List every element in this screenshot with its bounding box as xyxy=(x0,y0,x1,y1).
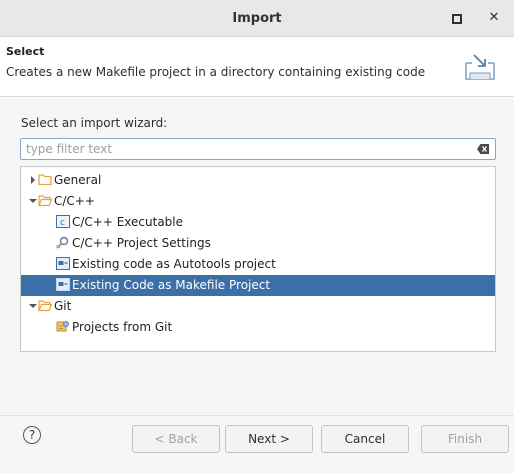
wizard-header: Select Creates a new Makefile project in… xyxy=(0,37,514,97)
filter-placeholder: type filter text xyxy=(26,142,113,156)
wizard-select-label: Select an import wizard: xyxy=(21,116,168,130)
clear-filter-icon[interactable] xyxy=(477,144,489,154)
folder-icon xyxy=(38,174,52,186)
collapse-arrow-icon[interactable] xyxy=(29,302,37,310)
button-bar: ? < Back Next > Cancel Finish xyxy=(0,415,514,473)
window-title: Import xyxy=(232,11,282,26)
tree-item-label: C/C++ Project Settings xyxy=(72,236,211,250)
page-description: Creates a new Makefile project in a dire… xyxy=(6,65,426,79)
import-banner-icon xyxy=(465,54,495,80)
tree-item-makefile-project[interactable]: Existing Code as Makefile Project xyxy=(21,275,495,296)
tree-item-label: General xyxy=(54,173,102,187)
tree-item-label: Git xyxy=(54,299,72,313)
wizard-tree[interactable]: General C/C++ c C/C++ Executable C/C++ P… xyxy=(20,166,496,352)
help-icon[interactable]: ? xyxy=(23,426,41,444)
project-settings-icon xyxy=(56,236,69,249)
autotools-icon xyxy=(56,257,70,270)
expand-arrow-icon[interactable] xyxy=(29,176,37,184)
finish-button[interactable]: Finish xyxy=(421,425,509,453)
tree-item-project-settings[interactable]: C/C++ Project Settings xyxy=(21,233,495,254)
makefile-icon xyxy=(56,278,70,291)
title-bar: Import ✕ xyxy=(0,0,514,37)
folder-open-icon xyxy=(38,300,52,312)
tree-item-label: C/C++ Executable xyxy=(72,215,184,229)
c-executable-icon: c xyxy=(56,215,70,228)
filter-input[interactable]: type filter text xyxy=(20,138,496,160)
tree-item-cpp[interactable]: C/C++ xyxy=(21,191,495,212)
folder-open-icon xyxy=(38,195,52,207)
tree-item-autotools[interactable]: Existing code as Autotools project xyxy=(21,254,495,275)
wizard-body: Select an import wizard: type filter tex… xyxy=(0,98,514,415)
git-icon xyxy=(56,321,69,332)
tree-item-general[interactable]: General xyxy=(21,170,495,191)
svg-text:c: c xyxy=(60,218,65,228)
tree-item-label: Existing Code as Makefile Project xyxy=(72,278,271,292)
close-icon[interactable]: ✕ xyxy=(487,11,501,25)
maximize-icon[interactable] xyxy=(449,11,463,25)
page-title: Select xyxy=(6,45,45,58)
back-button[interactable]: < Back xyxy=(132,425,220,453)
next-button[interactable]: Next > xyxy=(225,425,313,453)
collapse-arrow-icon[interactable] xyxy=(29,197,37,205)
cancel-button[interactable]: Cancel xyxy=(321,425,409,453)
tree-item-cpp-executable[interactable]: c C/C++ Executable xyxy=(21,212,495,233)
tree-item-git[interactable]: Git xyxy=(21,296,495,317)
tree-item-label: C/C++ xyxy=(54,194,95,208)
tree-item-label: Existing code as Autotools project xyxy=(72,257,276,271)
tree-item-projects-from-git[interactable]: Projects from Git xyxy=(21,317,495,338)
tree-item-label: Projects from Git xyxy=(72,320,173,334)
